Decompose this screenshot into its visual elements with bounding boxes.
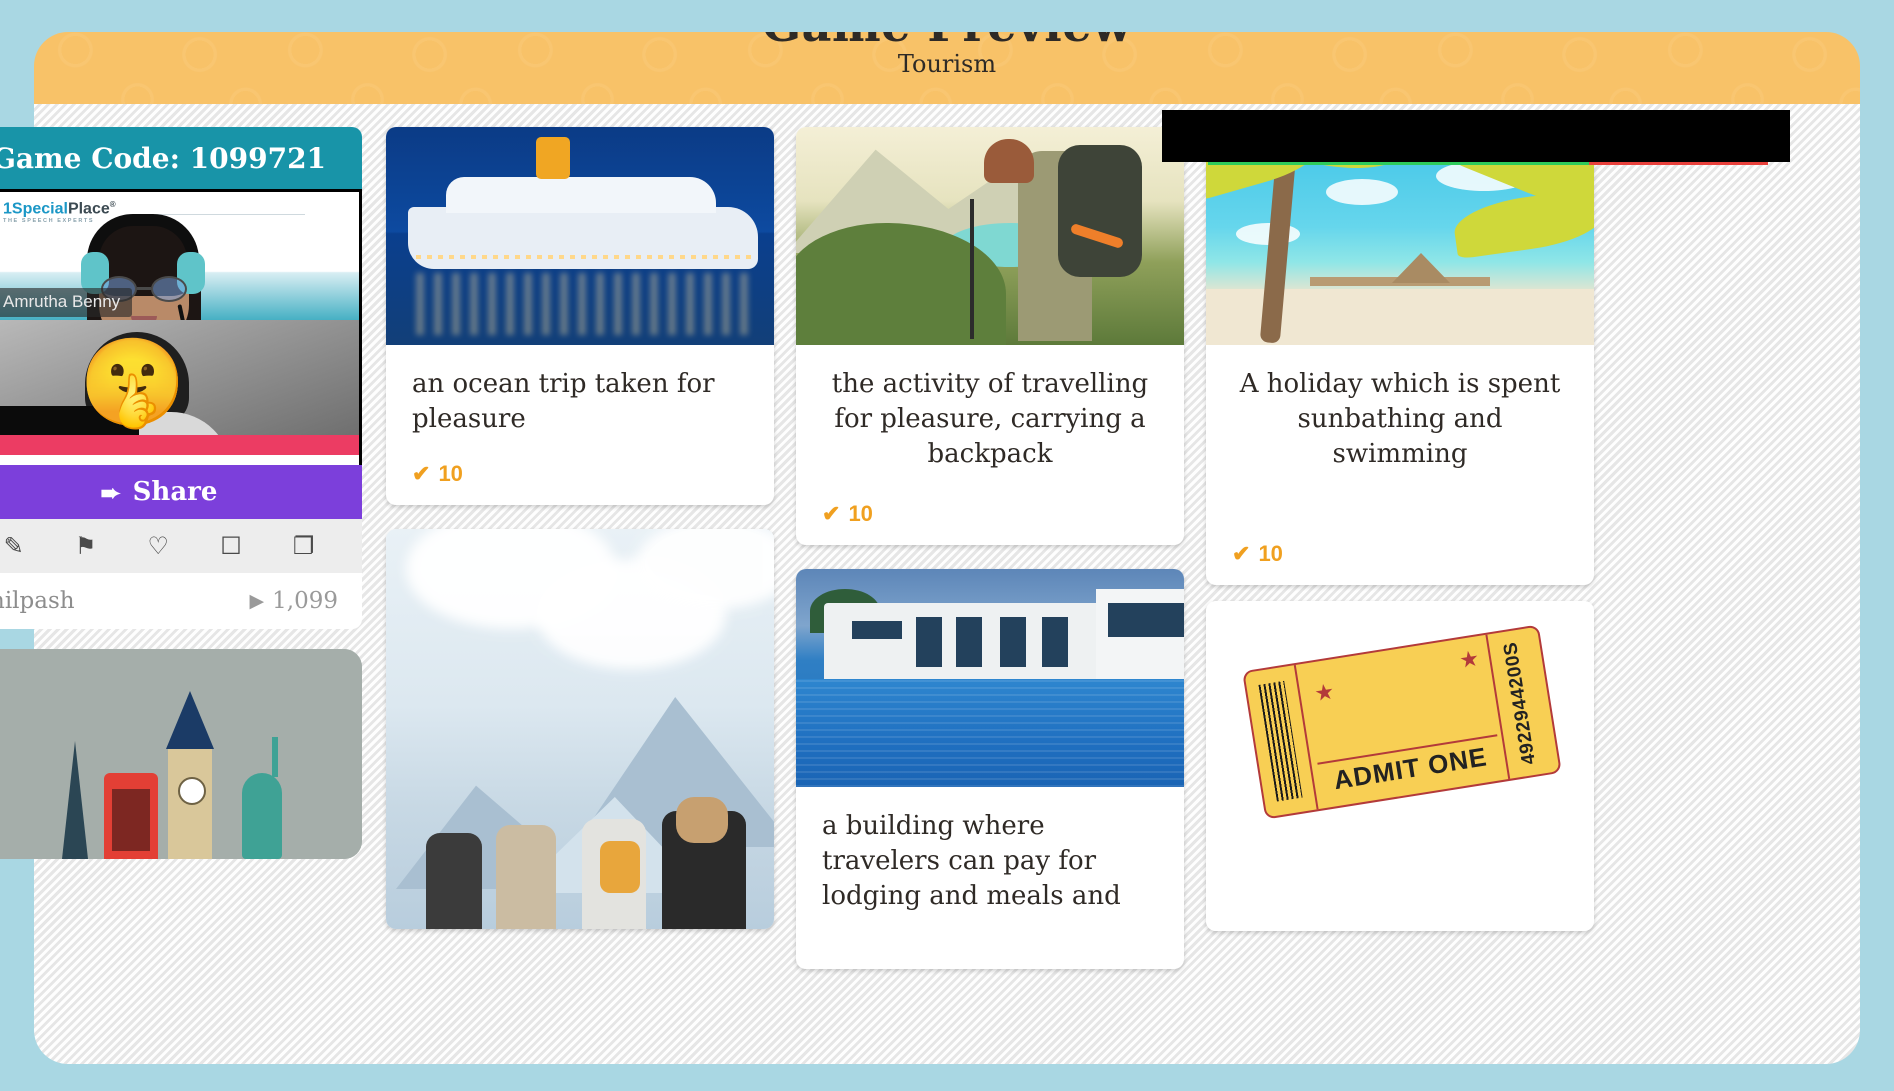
page-title: Game Preview [34,32,1860,52]
backpacker-mountain-photo [796,127,1184,345]
participant-name-chip: Amrutha Benny [0,288,133,317]
folder-icon[interactable]: ☐ [220,534,242,558]
card-body: A holiday which is spent sunbathing and … [1206,345,1594,472]
accent-stripe-pink [0,435,362,455]
cruise-ship-photo [386,127,774,345]
card-definition: A holiday which is spent sunbathing and … [1239,369,1561,470]
card-score: ✔ 10 [412,461,463,487]
student-video-tile: 🤫 [0,320,359,435]
card-hotel[interactable]: a building where travelers can pay for l… [796,569,1184,969]
card-definition: a building where travelers can pay for l… [822,811,1121,912]
card-body: an ocean trip taken for pleasure [386,345,774,437]
edit-icon[interactable]: ✎ [4,534,24,558]
hotel-pool-photo [796,569,1184,787]
ticket-graphic: ★ ★ ADMIT ONE 4922944200S [1242,624,1562,820]
game-code-label: Game Code: 1099721 [0,141,327,175]
card-ticket[interactable]: ★ ★ ADMIT ONE 4922944200S [1206,601,1594,931]
card-score-value: 10 [438,461,463,486]
brand-name-part1: 1Special [3,200,68,218]
game-sidebar: Game Code: 1099721 1SpecialPlace® THE SP… [0,127,362,859]
card-cruise[interactable]: an ocean trip taken for pleasure ✔ 10 [386,127,774,505]
video-preview[interactable]: 1SpecialPlace® THE SPEECH EXPERTS Amruth… [0,189,362,435]
check-icon: ✔ [1232,541,1251,566]
star-icon: ★ [1312,679,1337,708]
card-definition: the activity of travelling for pleasure,… [831,369,1149,470]
ticket-admit-text: ADMIT ONE [1317,734,1504,801]
landmarks-photo [0,649,362,859]
flag-icon[interactable]: ⚑ [75,534,97,558]
admit-one-ticket-photo: ★ ★ ADMIT ONE 4922944200S [1206,601,1594,931]
check-icon: ✔ [822,501,841,526]
card-hikers[interactable] [386,529,774,929]
card-backpacking[interactable]: the activity of travelling for pleasure,… [796,127,1184,545]
play-icon: ▶ [249,590,265,612]
card-score-value: 10 [848,501,873,526]
accent-stripe-white [0,455,362,465]
copy-icon[interactable]: ❐ [293,534,315,558]
card-score: ✔ 10 [822,501,873,527]
game-meta-row: hilpash ▶ 1,099 [0,573,362,629]
header-banner: Game Preview Tourism [34,32,1860,104]
share-button-label: Share [132,477,218,507]
card-body: a building where travelers can pay for l… [796,787,1184,914]
check-icon: ✔ [412,461,431,486]
heart-icon[interactable]: ♡ [148,534,170,558]
side-card-landmarks[interactable] [0,649,362,859]
author-name[interactable]: hilpash [0,588,75,614]
play-count: ▶ 1,099 [250,588,338,614]
ticket-serial-value: 4922944200S [1499,640,1541,767]
play-count-value: 1,099 [272,588,338,614]
game-subject: Tourism [897,50,997,78]
card-body: the activity of travelling for pleasure,… [796,345,1184,472]
card-score: ✔ 10 [1232,541,1283,567]
card-actions-toolbar: ✎ ⚑ ♡ ☐ ❐ [0,519,362,573]
share-button[interactable]: ➨ Share [0,465,362,519]
teacher-video-tile: 1SpecialPlace® THE SPEECH EXPERTS Amruth… [0,192,359,320]
card-definition: an ocean trip taken for pleasure [412,369,715,435]
star-icon: ★ [1457,646,1481,675]
share-arrow-icon: ➨ [100,477,121,507]
redaction-bar [1162,110,1790,162]
card-score-value: 10 [1258,541,1283,566]
card-beach-holiday[interactable]: A holiday which is spent sunbathing and … [1206,127,1594,585]
hikers-mountain-photo [386,529,774,929]
face-cover-emoji-icon: 🤫 [79,333,187,433]
app-root: Game Preview Tourism an ocean trip taken… [0,0,1894,1091]
game-code-bar: Game Code: 1099721 [0,127,362,189]
